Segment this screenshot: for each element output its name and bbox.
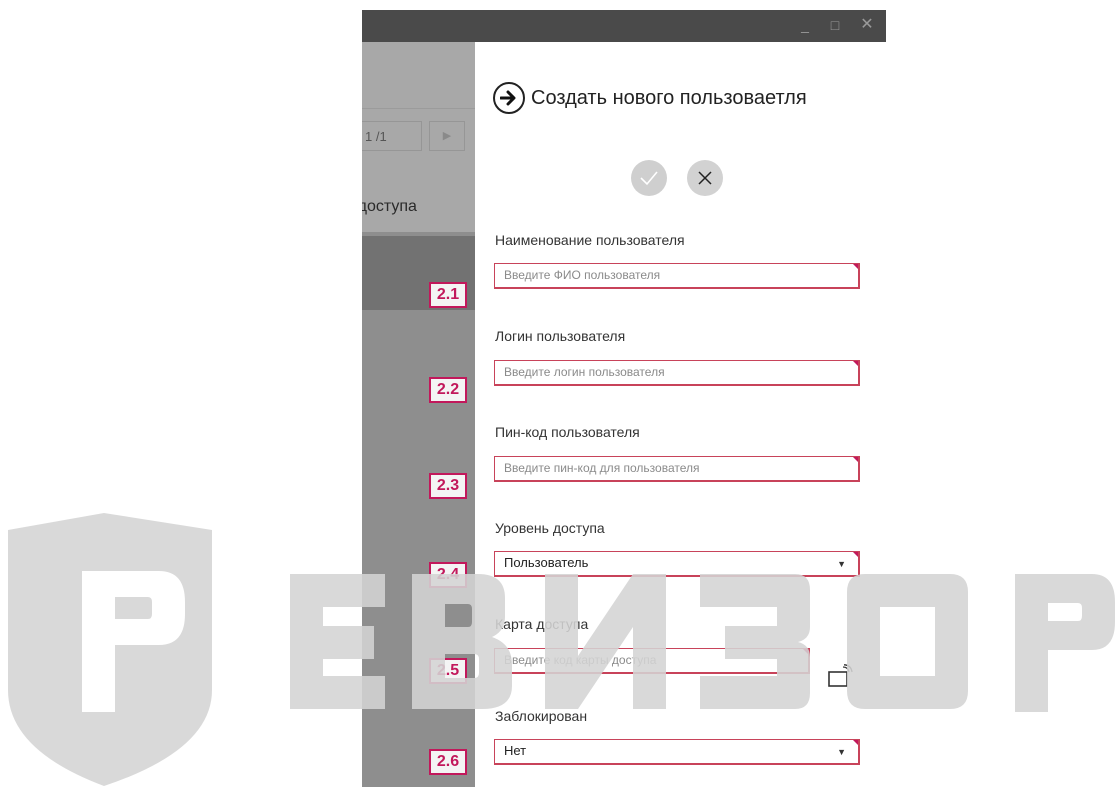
- arrow-right-icon: [493, 82, 525, 114]
- page-indicator: 1 /1: [362, 121, 422, 151]
- name-label: Наименование пользователя: [495, 232, 685, 248]
- access-card-input[interactable]: Введите код карты доступа: [494, 648, 810, 674]
- cancel-button[interactable]: [687, 160, 723, 196]
- dropdown-arrow-icon: ▼: [837, 559, 846, 569]
- pin-label: Пин-код пользователя: [495, 424, 640, 440]
- badge-2-1: 2.1: [429, 282, 467, 308]
- maximize-button[interactable]: □: [822, 10, 848, 42]
- column-header-access-level: нь доступа: [362, 198, 417, 215]
- badge-2-5: 2.5: [429, 658, 467, 684]
- confirm-button[interactable]: [631, 160, 667, 196]
- badge-2-6: 2.6: [429, 749, 467, 775]
- app-window: _ □ ✕ 1 /1 ▶ нь доступа 2.1 2.2 2.3 2.4 …: [362, 10, 886, 787]
- blocked-select[interactable]: Нет ▼: [494, 739, 860, 765]
- access-level-select[interactable]: Пользователь ▼: [494, 551, 860, 577]
- create-user-panel: Создать нового пользоваетля Наименование…: [475, 42, 886, 787]
- card-reader-icon[interactable]: [827, 664, 855, 690]
- form-title-text: Создать нового пользоваетля: [531, 86, 807, 109]
- login-label: Логин пользователя: [495, 328, 626, 344]
- form-title: Создать нового пользоваетля: [493, 82, 807, 114]
- dropdown-arrow-icon: ▼: [837, 747, 846, 757]
- pin-input[interactable]: Введите пин-код для пользователя: [494, 456, 860, 482]
- badge-2-2: 2.2: [429, 377, 467, 403]
- login-input[interactable]: Введите логин пользователя: [494, 360, 860, 386]
- minimize-button[interactable]: _: [792, 10, 818, 42]
- close-icon: [698, 171, 712, 185]
- next-page-button[interactable]: ▶: [429, 121, 465, 151]
- access-level-value: Пользователь: [504, 555, 589, 570]
- badge-2-4: 2.4: [429, 562, 467, 588]
- blocked-value: Нет: [504, 743, 527, 758]
- check-icon: [640, 171, 658, 186]
- title-bar: _ □ ✕: [362, 10, 886, 42]
- blocked-label: Заблокирован: [495, 708, 588, 724]
- close-window-button[interactable]: ✕: [854, 10, 880, 42]
- badge-2-3: 2.3: [429, 473, 467, 499]
- access-level-label: Уровень доступа: [495, 520, 605, 536]
- background-app-overlay: 1 /1 ▶ нь доступа 2.1 2.2 2.3 2.4 2.5 2.…: [362, 42, 475, 787]
- access-card-label: Карта доступа: [495, 616, 589, 632]
- name-input[interactable]: Введите ФИО пользователя: [494, 263, 860, 289]
